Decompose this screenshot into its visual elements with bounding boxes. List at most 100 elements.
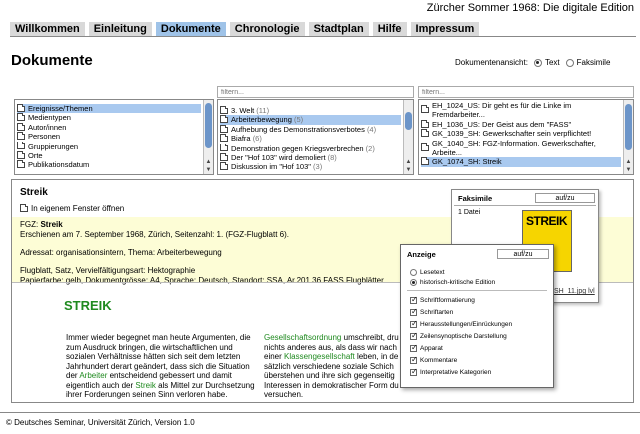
radio[interactable] xyxy=(410,279,417,286)
view-mode-text-radio[interactable] xyxy=(533,58,542,67)
folder-icon xyxy=(421,119,429,128)
topics-scrollbar[interactable]: ▲ ▼ xyxy=(403,100,413,174)
folder-icon xyxy=(17,122,25,131)
scroll-down-icon[interactable]: ▼ xyxy=(404,166,413,174)
view-mode-faksimile-radio[interactable] xyxy=(565,58,574,67)
checkbox-option[interactable]: Interpretative Kategorien xyxy=(410,367,491,377)
scroll-thumb[interactable] xyxy=(205,103,212,148)
scroll-thumb[interactable] xyxy=(625,104,632,150)
folder-icon xyxy=(220,106,228,114)
topics-filter-input[interactable] xyxy=(217,86,414,98)
folder-icon xyxy=(421,157,429,166)
folder-icon xyxy=(421,129,429,137)
list-item[interactable]: Diskussion im "Hof 103" (3) xyxy=(220,162,401,171)
term-link[interactable]: Gesellschaftsordnung xyxy=(264,333,341,342)
checkbox[interactable] xyxy=(410,307,418,317)
scroll-down-icon[interactable]: ▼ xyxy=(204,166,213,174)
list-item[interactable]: Demonstration gegen Kriegsverbrechen (2) xyxy=(220,143,401,153)
faksimile-file-count: 1 Datei xyxy=(458,209,481,216)
term-link[interactable]: Streik xyxy=(135,381,155,390)
folder-icon xyxy=(220,115,228,124)
text-column-left: Immer wieder begegnet man heute Argument… xyxy=(66,333,255,399)
list-item[interactable]: Personen xyxy=(17,132,201,141)
term-link[interactable]: Arbeiter xyxy=(79,371,107,380)
checkbox-option[interactable]: Kommentare xyxy=(410,355,457,365)
checkbox[interactable] xyxy=(410,295,418,305)
topics-list[interactable]: 3. Welt (11) Arbeiterbewegung (5) Aufheb… xyxy=(217,99,414,175)
list-item[interactable]: Arbeiterbewegung (5) xyxy=(220,115,401,125)
faksimile-title: Faksimile xyxy=(458,194,493,203)
list-item[interactable]: EH_1036_US: Der Geist aus dem "FASS" xyxy=(421,119,621,129)
folder-icon xyxy=(17,113,25,122)
folder-icon xyxy=(421,105,429,114)
view-mode-text-label[interactable]: Text xyxy=(545,58,560,67)
view-mode-label: Dokumentenansicht: xyxy=(455,58,528,67)
checkbox-option[interactable]: Apparat xyxy=(410,343,443,353)
scroll-up-icon[interactable]: ▲ xyxy=(204,158,213,166)
tab-dokumente[interactable]: Dokumente xyxy=(155,22,226,36)
term-link[interactable]: Klassengesellschaft xyxy=(284,352,355,361)
checkbox[interactable] xyxy=(410,343,418,353)
tab-einleitung[interactable]: Einleitung xyxy=(88,22,152,36)
tab-chronologie[interactable]: Chronologie xyxy=(229,22,305,36)
folder-icon xyxy=(220,162,228,171)
checkbox-option[interactable]: Zeilensynoptische Darstellung xyxy=(410,331,507,341)
scroll-down-icon[interactable]: ▼ xyxy=(624,166,633,174)
checkbox-option[interactable]: Schriftarten xyxy=(410,307,453,317)
documents-list[interactable]: EH_1024_US: Dir geht es für die Linke im… xyxy=(418,99,634,175)
radio[interactable] xyxy=(410,269,417,276)
documents-scrollbar[interactable]: ▲ ▼ xyxy=(623,100,633,174)
list-item[interactable]: GK_1039_SH: Gewerkschafter sein verpflic… xyxy=(421,129,621,138)
categories-scrollbar[interactable]: ▲ ▼ xyxy=(203,100,213,174)
display-options-panel: Anzeige auf/zu Lesetext historisch-kriti… xyxy=(400,244,554,388)
reading-text-option[interactable]: Lesetext xyxy=(410,269,445,276)
list-item[interactable]: Gruppierungen xyxy=(17,141,201,151)
folder-icon xyxy=(17,160,25,169)
footer-copyright: © Deutsches Seminar, Universität Zürich,… xyxy=(6,418,195,427)
open-new-window-link[interactable]: In eigenem Fenster öffnen xyxy=(20,203,124,213)
tab-willkommen[interactable]: Willkommen xyxy=(10,22,85,36)
nav-divider xyxy=(10,36,636,37)
display-options-title: Anzeige xyxy=(407,250,436,259)
scroll-thumb[interactable] xyxy=(405,112,412,130)
folder-icon xyxy=(20,203,28,212)
list-item[interactable]: Biafra (6) xyxy=(220,134,401,143)
checkbox[interactable] xyxy=(410,331,418,341)
critical-edition-option[interactable]: historisch-kritische Edition xyxy=(410,279,495,286)
list-item[interactable]: Aufhebung des Demonstrationsverbotes (4) xyxy=(220,124,401,134)
app-title: Zürcher Sommer 1968: Die digitale Editio… xyxy=(426,2,634,14)
checkbox-option[interactable]: Schriftformatierung xyxy=(410,295,475,305)
scroll-up-icon[interactable]: ▲ xyxy=(624,158,633,166)
folder-icon xyxy=(220,134,228,142)
view-mode-faksimile-label[interactable]: Faksimile xyxy=(577,58,611,67)
document-title: Streik xyxy=(20,187,48,198)
checkbox[interactable] xyxy=(410,355,418,365)
faksimile-file-link[interactable]: SH_11.jpg lvl xyxy=(554,288,595,295)
list-item[interactable]: Der "Hof 103" wird demoliert (8) xyxy=(220,153,401,162)
folder-icon xyxy=(220,153,228,161)
list-item[interactable]: GK_1040_SH: FGZ-Information. Gewerkschaf… xyxy=(421,139,621,158)
list-item[interactable]: 3. Welt (11) xyxy=(220,106,401,115)
tab-impressum[interactable]: Impressum xyxy=(410,22,480,36)
list-item[interactable]: Orte xyxy=(17,151,201,160)
list-item[interactable]: Autor/innen xyxy=(17,122,201,132)
checkbox[interactable] xyxy=(410,319,418,329)
checkbox-option[interactable]: Herausstellungen/Einrückungen xyxy=(410,319,512,329)
tab-stadtplan[interactable]: Stadtplan xyxy=(308,22,369,36)
list-item[interactable]: Publikationsdatum xyxy=(17,160,201,169)
main-nav: Willkommen Einleitung Dokumente Chronolo… xyxy=(10,22,483,36)
faksimile-toggle-button[interactable]: auf/zu xyxy=(535,193,595,203)
list-item[interactable]: Ereignisse/Themen xyxy=(17,104,201,114)
documents-filter-input[interactable] xyxy=(418,86,634,98)
display-options-toggle-button[interactable]: auf/zu xyxy=(497,249,549,259)
tab-hilfe[interactable]: Hilfe xyxy=(372,22,407,36)
list-item[interactable]: GK_1074_SH: Streik xyxy=(421,157,621,167)
list-item[interactable]: Medientypen xyxy=(17,113,201,122)
folder-icon xyxy=(17,104,25,112)
checkbox[interactable] xyxy=(410,367,418,377)
footer-divider xyxy=(0,412,640,413)
categories-list[interactable]: Ereignisse/Themen Medientypen Autor/inne… xyxy=(14,99,214,175)
scroll-up-icon[interactable]: ▲ xyxy=(404,158,413,166)
list-item[interactable]: EH_1024_US: Dir geht es für die Linke im… xyxy=(421,101,621,120)
document-heading: STREIK xyxy=(64,298,112,313)
